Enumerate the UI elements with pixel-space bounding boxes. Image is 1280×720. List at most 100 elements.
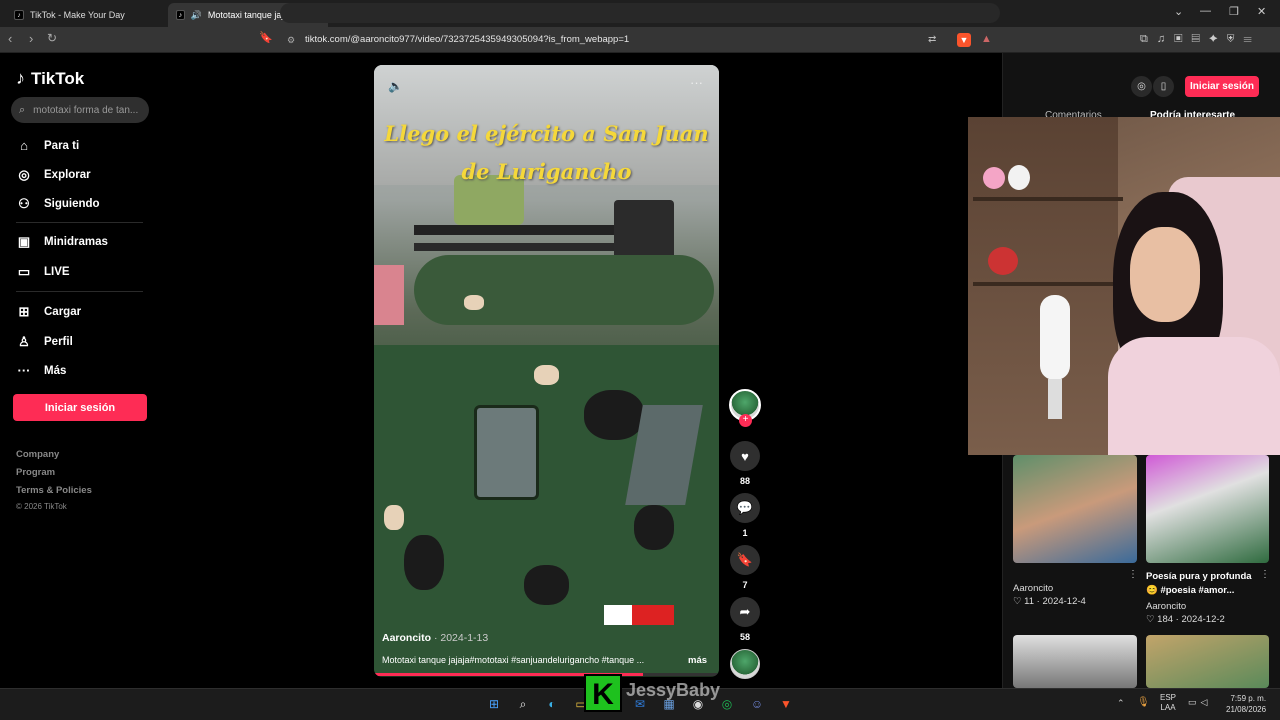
search-input[interactable]: ⌕ mototaxi forma de tan...	[11, 97, 149, 123]
music-disc-avatar[interactable]	[730, 649, 760, 679]
browser-tab-1[interactable]: ♪ TikTok - Make Your Day	[6, 3, 166, 27]
profile-icon: ♙	[18, 334, 30, 349]
video-caption: Mototaxi tanque jajaja#mototaxi #sanjuan…	[382, 655, 645, 665]
author-name[interactable]: Aaroncito	[382, 632, 431, 644]
close-window-icon[interactable]: ✕	[1257, 5, 1266, 18]
nav-minidramas[interactable]: ▣ Minidramas	[16, 234, 108, 250]
address-toolbar	[0, 27, 1280, 53]
comment-button[interactable]: 💬	[730, 493, 760, 523]
more-options-icon[interactable]: ···	[690, 75, 703, 90]
clock-time: 7:59 p. m.	[1230, 694, 1267, 703]
login-button[interactable]: Iniciar sesión	[13, 394, 147, 421]
forward-icon[interactable]: ›	[29, 31, 33, 46]
video-camo-cylinder	[414, 255, 714, 325]
nav-live[interactable]: ▭ LIVE	[16, 264, 70, 280]
video-thumbnail[interactable]	[1013, 455, 1137, 563]
tray-network-volume-icon[interactable]: ▭◁	[1188, 697, 1211, 708]
video-player[interactable]: Llego el ejército a San Juan de Luriganc…	[374, 65, 719, 677]
nav-perfil[interactable]: ♙ Perfil	[16, 334, 73, 350]
nav-label: Explorar	[44, 169, 91, 181]
language-indicator[interactable]: ESP LAA	[1160, 693, 1176, 713]
live-icon: ▭	[17, 264, 31, 279]
tray-mic-icon[interactable]: 🎙	[1137, 697, 1150, 708]
nav-mas[interactable]: ··· Más	[16, 363, 67, 378]
camo-spot	[634, 505, 674, 550]
divider	[16, 291, 143, 292]
discord-icon[interactable]: ☺	[748, 695, 766, 713]
coin-icon[interactable]: ◎	[1131, 76, 1152, 97]
rec-author[interactable]: Aaroncito	[1146, 601, 1186, 612]
mute-icon[interactable]: 🔈	[388, 79, 403, 93]
clock-date: 21/08/2026	[1226, 705, 1267, 714]
divider	[16, 222, 143, 223]
address-bar[interactable]	[280, 3, 1000, 23]
tiktok-favicon-icon: ♪	[14, 10, 24, 20]
rec-author[interactable]: Aaroncito	[1013, 583, 1053, 594]
brave-icon[interactable]: ▼	[777, 695, 795, 713]
minimize-icon[interactable]: —	[1200, 5, 1211, 17]
video-flag	[604, 605, 674, 625]
video-overlay-title: Llego el ejército a San Juan de Luriganc…	[384, 121, 709, 184]
rec-likes: 184	[1157, 614, 1174, 625]
webcam-person-face	[1130, 227, 1200, 322]
video-thumbnail[interactable]	[1146, 455, 1269, 563]
rec-more-icon[interactable]: ⋮	[1260, 569, 1270, 580]
compass-icon: ◎	[18, 167, 30, 182]
like-button[interactable]: ♥	[730, 441, 760, 471]
share-button[interactable]: ➦	[730, 597, 760, 627]
tray-chevron-icon[interactable]: ⌃	[1117, 698, 1125, 709]
taskbar-clock[interactable]: 7:59 p. m. 21/08/2026	[1226, 693, 1266, 715]
bookmark-icon: 🔖	[736, 552, 754, 567]
header-login-button[interactable]: Iniciar sesión	[1185, 76, 1259, 97]
follow-plus-icon[interactable]: +	[739, 414, 752, 427]
upload-icon: ⊞	[18, 304, 30, 319]
share-arrow-icon: ➦	[739, 604, 751, 619]
lang-code: ESP	[1160, 693, 1177, 702]
restore-icon[interactable]: ❐	[1229, 5, 1239, 18]
bookmark-icon[interactable]: 🔖	[259, 31, 273, 44]
rec-stats: ♡ 11 · 2024-12-4	[1013, 596, 1086, 607]
rec-likes: 11	[1024, 596, 1035, 607]
video-date: 2024-1-13	[440, 632, 489, 644]
nav-label: Siguiendo	[44, 198, 100, 210]
extensions-icon[interactable]: ⧉♫▣▤✦⛨☰	[1140, 33, 1261, 46]
microphone-icon	[1040, 295, 1070, 380]
nav-siguiendo[interactable]: ⚇ Siguiendo	[16, 196, 100, 212]
footer-terms-link[interactable]: Terms & Policies	[16, 485, 92, 496]
streamer-name: JessyBaby	[626, 680, 721, 700]
footer-program-link[interactable]: Program	[16, 467, 55, 478]
brave-rewards-icon[interactable]: ▲	[981, 33, 992, 45]
nav-cargar[interactable]: ⊞ Cargar	[16, 304, 82, 320]
reload-icon[interactable]: ↻	[47, 31, 57, 45]
save-button[interactable]: 🔖	[730, 545, 760, 575]
video-thumbnail[interactable]	[1013, 635, 1137, 688]
caption-more-link[interactable]: más	[688, 655, 707, 666]
rec-title[interactable]: Poesía pura y profunda 😊 #poesia #amor..…	[1146, 570, 1261, 598]
site-info-icon[interactable]: ⚙	[287, 35, 295, 46]
heart-outline-icon: ♡	[1013, 596, 1022, 607]
search-placeholder: mototaxi forma de tan...	[33, 104, 139, 116]
windows-start-icon[interactable]: ⊞	[485, 695, 503, 713]
video-thumbnail[interactable]	[1146, 635, 1269, 688]
footer-company-link[interactable]: Company	[16, 449, 59, 460]
tab-title: TikTok - Make Your Day	[30, 10, 125, 20]
camo-spot	[464, 295, 484, 310]
tiktok-logo[interactable]: ♪ TikTok	[16, 68, 84, 89]
brave-shields-icon[interactable]: ▼	[957, 33, 971, 47]
nav-para-ti[interactable]: ⌂ Para ti	[16, 138, 79, 153]
nav-explorar[interactable]: ◎ Explorar	[16, 167, 91, 183]
streamer-name-overlay: K JessyBaby	[584, 674, 724, 712]
webcam-shelf-board	[973, 282, 1123, 286]
rec-more-icon[interactable]: ⋮	[1128, 569, 1138, 580]
video-author[interactable]: Aaroncito · 2024-1-13	[382, 632, 488, 644]
search-icon[interactable]: ⌕	[514, 695, 532, 713]
camo-spot	[584, 390, 644, 440]
video-window	[474, 405, 539, 500]
translate-icon[interactable]: ⇄	[928, 34, 936, 45]
edge-icon[interactable]: ◐	[543, 695, 561, 713]
tab-search-icon[interactable]: ⌄	[1174, 5, 1183, 18]
back-icon[interactable]: ‹	[8, 31, 12, 46]
camo-spot	[384, 505, 404, 530]
url-text[interactable]: tiktok.com/@aaroncito977/video/732372543…	[305, 34, 629, 45]
device-icon[interactable]: ▯	[1153, 76, 1174, 97]
